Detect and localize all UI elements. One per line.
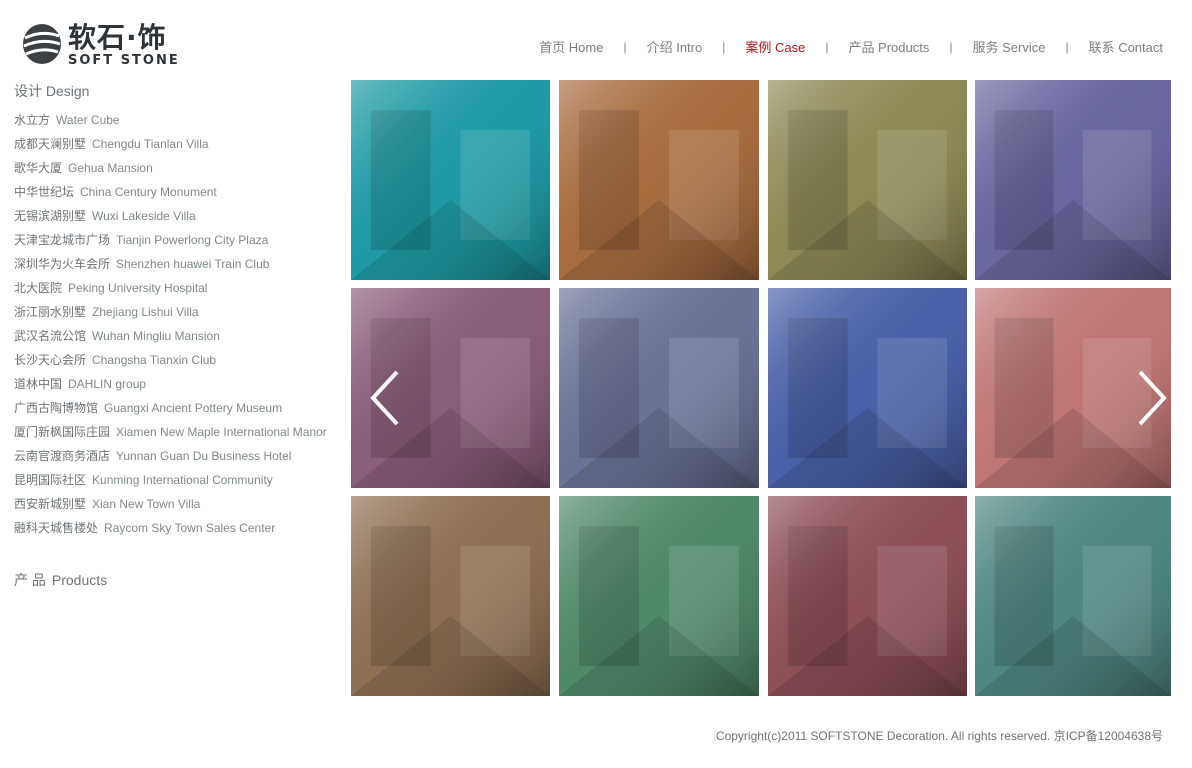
prev-arrow[interactable] [367,368,401,428]
chevron-right-icon [1138,370,1167,426]
project-name-cn: 道林中国 [14,377,63,391]
case-photo[interactable] [768,496,967,696]
project-link[interactable]: 水立方 Water Cube [14,108,344,132]
case-gallery [351,80,1171,696]
project-name-cn: 无锡滨湖别墅 [14,209,87,223]
nav-separator: | [825,39,829,54]
project-list: 水立方 Water Cube 成都天澜别墅 Chengdu Tianlan Villa… [14,108,344,540]
project-name-en: Water Cube [56,113,120,127]
project-link[interactable]: 道林中国 DAHLIN group [14,372,344,396]
project-link[interactable]: 中华世纪坛 China Century Monument [14,180,344,204]
project-name-en: Guangxi Ancient Pottery Museum [104,401,283,415]
next-arrow[interactable] [1136,368,1170,428]
project-name-en: Xian New Town Villa [92,497,201,511]
project-name-cn: 厦门新枫国际庄园 [14,425,111,439]
case-photo[interactable] [768,288,967,488]
project-name-en: Xiamen New Maple International Manor [116,425,327,439]
project-name-en: Gehua Mansion [68,161,153,175]
project-name-cn: 广西古陶博物馆 [14,401,99,415]
products-title-cn: 产 品 [14,572,46,588]
project-name-en: Wuxi Lakeside Villa [92,209,196,223]
chevron-left-icon [370,370,399,426]
case-photo[interactable] [351,80,550,280]
brand-logo[interactable]: 软石·饰 SOFT STONE [22,20,182,70]
project-name-cn: 昆明国际社区 [14,473,87,487]
project-name-cn: 深圳华为火车会所 [14,257,111,271]
project-name-en: China Century Monument [80,185,217,199]
project-name-en: Zhejiang Lishui Villa [92,305,199,319]
project-link[interactable]: 北大医院 Peking University Hospital [14,276,344,300]
project-link[interactable]: 浙江丽水别墅 Zhejiang Lishui Villa [14,300,344,324]
project-name-en: Raycom Sky Town Sales Center [104,521,276,535]
products-title-en: Products [51,572,108,588]
nav-home[interactable]: 首页 Home [539,37,603,56]
project-name-cn: 天津宝龙城市广场 [14,233,111,247]
nav-separator: | [722,39,726,54]
project-link[interactable]: 歌华大厦 Gehua Mansion [14,156,344,180]
project-name-cn: 武汉名流公馆 [14,329,87,343]
case-photo[interactable] [559,496,759,696]
nav-contact[interactable]: 联系 Contact [1089,37,1163,56]
project-name-cn: 浙江丽水别墅 [14,305,87,319]
project-link[interactable]: 云南官渡商务酒店 Yunnan Guan Du Business Hotel [14,444,344,468]
design-section-title[interactable]: 设计 Design [14,82,344,100]
case-photo[interactable] [351,496,550,696]
project-link[interactable]: 长沙天心会所 Changsha Tianxin Club [14,348,344,372]
project-name-en: Changsha Tianxin Club [92,353,217,367]
project-link[interactable]: 西安新城别墅 Xian New Town Villa [14,492,344,516]
case-photo[interactable] [559,80,759,280]
project-name-en: Shenzhen huawei Train Club [116,257,270,271]
project-link[interactable]: 武汉名流公馆 Wuhan Mingliu Mansion [14,324,344,348]
nav-separator: | [1065,39,1069,54]
stone-logo-icon [23,24,61,64]
nav-intro[interactable]: 介绍 Intro [647,37,703,56]
project-name-cn: 北大医院 [14,281,63,295]
project-name-cn: 歌华大厦 [14,161,63,175]
project-link[interactable]: 深圳华为火车会所 Shenzhen huawei Train Club [14,252,344,276]
nav-products[interactable]: 产品 Products [848,37,929,56]
products-section-title[interactable]: 产 品 Products [14,571,344,589]
project-name-en: DAHLIN group [68,377,147,391]
copyright-text: Copyright(c)2011 SOFTSTONE Decoration. A… [715,729,1163,743]
project-name-cn: 中华世纪坛 [14,185,75,199]
case-photo[interactable] [975,496,1171,696]
case-photo[interactable] [559,288,759,488]
project-link[interactable]: 无锡滨湖别墅 Wuxi Lakeside Villa [14,204,344,228]
case-photo[interactable] [975,80,1171,280]
project-name-en: Tianjin Powerlong City Plaza [116,233,269,247]
project-link[interactable]: 厦门新枫国际庄园 Xiamen New Maple International M… [14,420,344,444]
brand-name-cn: 软石·饰 [68,21,167,54]
project-name-cn: 西安新城别墅 [14,497,87,511]
project-name-en: Yunnan Guan Du Business Hotel [116,449,292,463]
project-name-en: Peking University Hospital [68,281,208,295]
project-link[interactable]: 融科天城售楼处 Raycom Sky Town Sales Center [14,516,344,540]
nav-separator: | [623,39,627,54]
project-name-cn: 融科天城售楼处 [14,521,99,535]
project-link[interactable]: 昆明国际社区 Kunming International Community [14,468,344,492]
project-name-en: Wuhan Mingliu Mansion [92,329,220,343]
sidebar: 设计 Design 水立方 Water Cube 成都天澜别墅 Chengdu Tia… [14,82,344,589]
project-link[interactable]: 广西古陶博物馆 Guangxi Ancient Pottery Museum [14,396,344,420]
case-photo[interactable] [768,80,967,280]
project-name-cn: 水立方 [14,113,51,127]
project-link[interactable]: 天津宝龙城市广场 Tianjin Powerlong City Plaza [14,228,344,252]
project-name-cn: 长沙天心会所 [14,353,87,367]
brand-name-en: SOFT STONE [68,53,180,68]
project-name-en: Kunming International Community [92,473,273,487]
main-nav: 首页 Home | 介绍 Intro | 案例 Case | 产品 Produc… [539,37,1163,56]
project-name-cn: 云南官渡商务酒店 [14,449,111,463]
project-name-cn: 成都天澜别墅 [14,137,87,151]
nav-separator: | [949,39,953,54]
nav-case[interactable]: 案例 Case [745,37,805,56]
project-link[interactable]: 成都天澜别墅 Chengdu Tianlan Villa [14,132,344,156]
nav-service[interactable]: 服务 Service [972,37,1045,56]
project-name-en: Chengdu Tianlan Villa [92,137,209,151]
